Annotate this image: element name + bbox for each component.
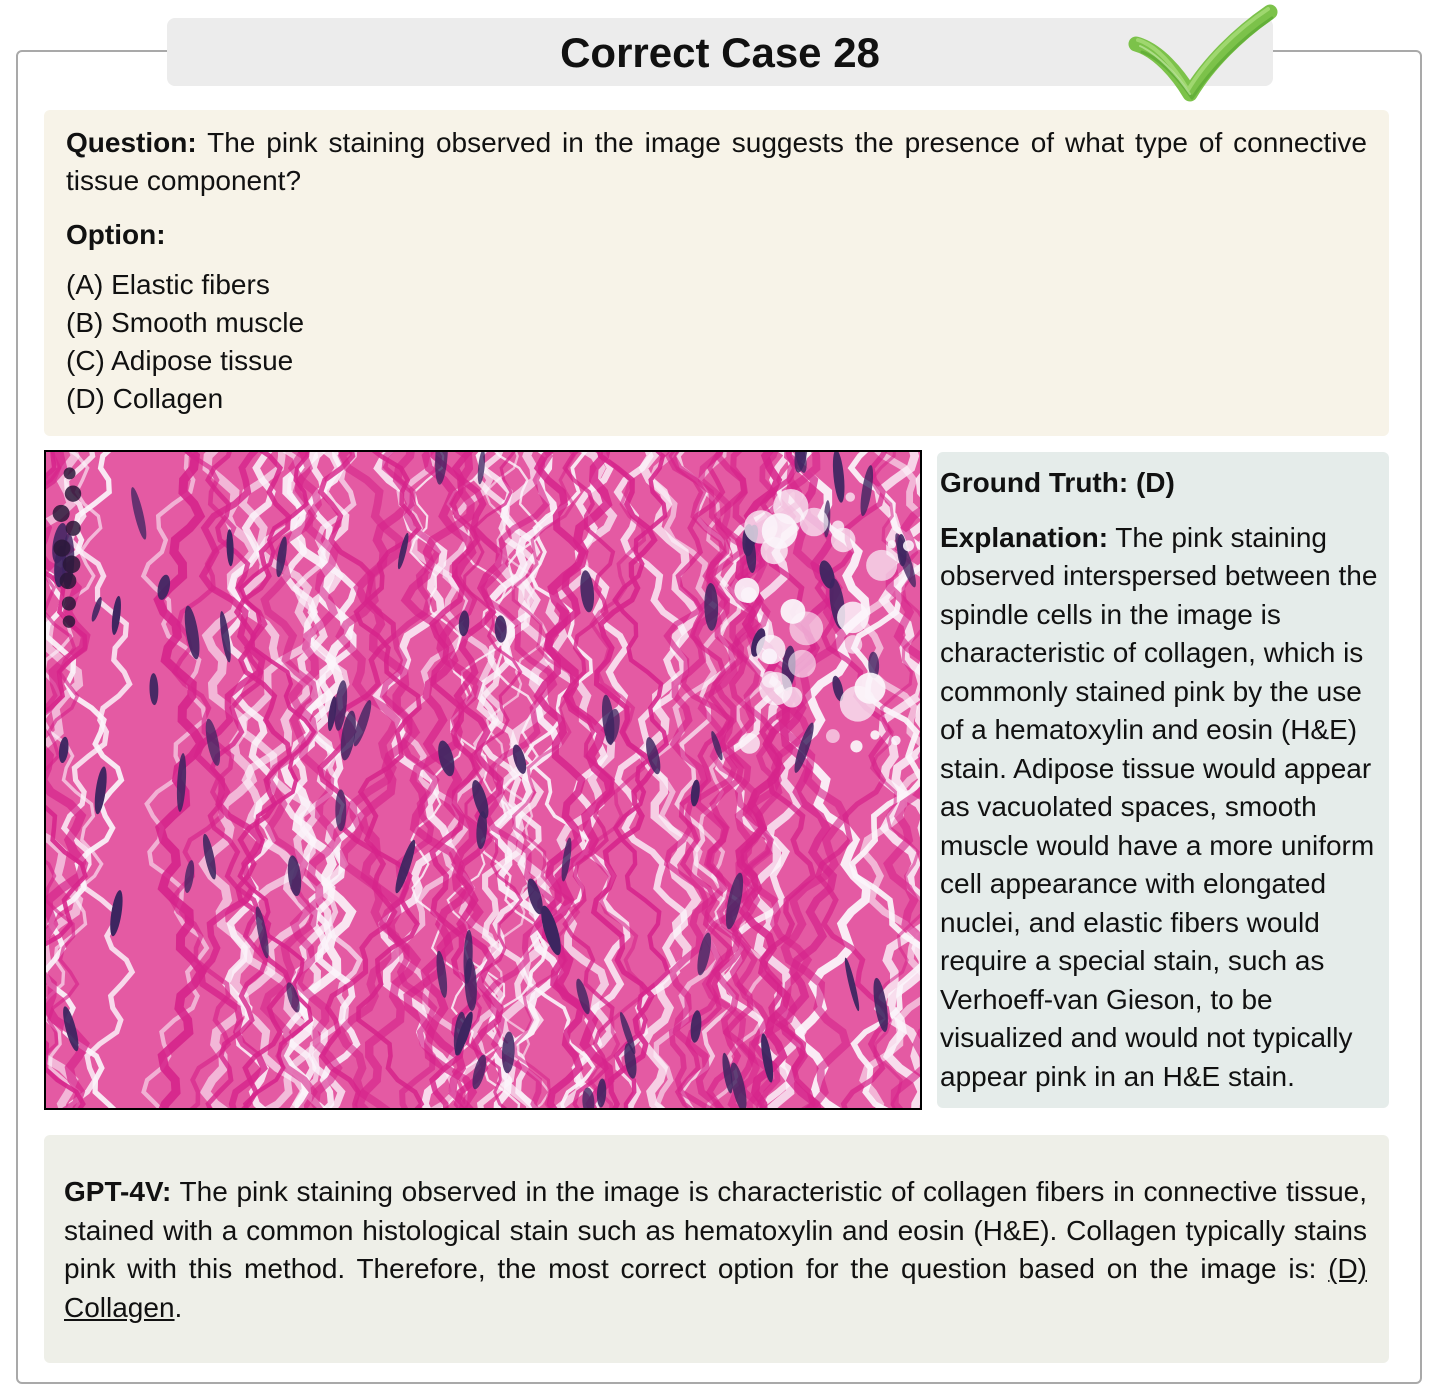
option-d: (D) Collagen xyxy=(66,383,224,414)
question-text: Question: The pink staining observed in … xyxy=(66,124,1367,200)
option-c: (C) Adipose tissue xyxy=(66,345,294,376)
explanation-label: Explanation: xyxy=(940,521,1109,553)
model-answer-panel: GPT-4V: The pink staining observed in th… xyxy=(44,1135,1389,1363)
vacuole-space xyxy=(761,648,778,665)
options-list: (A) Elastic fibers (B) Smooth muscle (C)… xyxy=(66,266,1367,418)
vacuole-space xyxy=(902,540,914,552)
vacuole-space xyxy=(839,685,876,722)
vacuole-space xyxy=(780,599,806,624)
edge-nucleus xyxy=(59,572,77,590)
vacuole-space xyxy=(837,601,869,634)
option-a: (A) Elastic fibers xyxy=(66,269,270,300)
vacuole-space xyxy=(843,635,863,654)
ground-truth-label: Ground Truth: (D) xyxy=(940,467,1175,498)
edge-nucleus xyxy=(62,555,81,574)
edge-nucleus xyxy=(53,539,71,557)
vacuole-space xyxy=(740,587,757,604)
vacuole-space xyxy=(887,540,896,549)
question-panel: Question: The pink staining observed in … xyxy=(44,110,1389,436)
vacuole-space xyxy=(739,732,760,754)
ground-truth-panel: Ground Truth: (D) Explanation: The pink … xyxy=(937,452,1389,1108)
question-body: The pink staining observed in the image … xyxy=(66,127,1367,196)
edge-nucleus xyxy=(64,485,82,502)
edge-nucleus xyxy=(63,467,76,480)
vacuole-space xyxy=(870,730,880,740)
option-b: (B) Smooth muscle xyxy=(66,307,305,338)
edge-nucleus xyxy=(52,504,70,522)
edge-nucleus xyxy=(61,596,76,611)
vacuole-space xyxy=(850,740,863,753)
question-label: Question: xyxy=(66,127,197,158)
edge-nucleus xyxy=(65,520,81,536)
explanation: Explanation: The pink staining observed … xyxy=(940,519,1389,1097)
case-title: Correct Case 28 xyxy=(167,18,1273,86)
vacuole-space xyxy=(866,549,898,581)
checkmark-icon xyxy=(1128,4,1278,104)
explanation-text: The pink staining observed interspersed … xyxy=(940,521,1378,1092)
vacuole-space xyxy=(759,672,793,706)
model-label: GPT-4V: xyxy=(64,1176,172,1207)
histology-micrograph xyxy=(46,452,920,1108)
vacuole-space xyxy=(845,492,855,502)
vacuole-space xyxy=(773,489,809,525)
vacuole-space xyxy=(788,649,816,678)
options-heading: Option: xyxy=(66,219,166,250)
model-text: The pink staining observed in the image … xyxy=(64,1176,1367,1284)
vacuole-space xyxy=(891,735,901,746)
edge-nucleus xyxy=(62,615,76,628)
histology-image xyxy=(44,450,922,1110)
vacuole-space xyxy=(831,520,845,533)
model-end: . xyxy=(174,1291,183,1323)
model-answer: GPT-4V: The pink staining observed in th… xyxy=(64,1173,1367,1327)
vacuole-space xyxy=(825,729,840,743)
